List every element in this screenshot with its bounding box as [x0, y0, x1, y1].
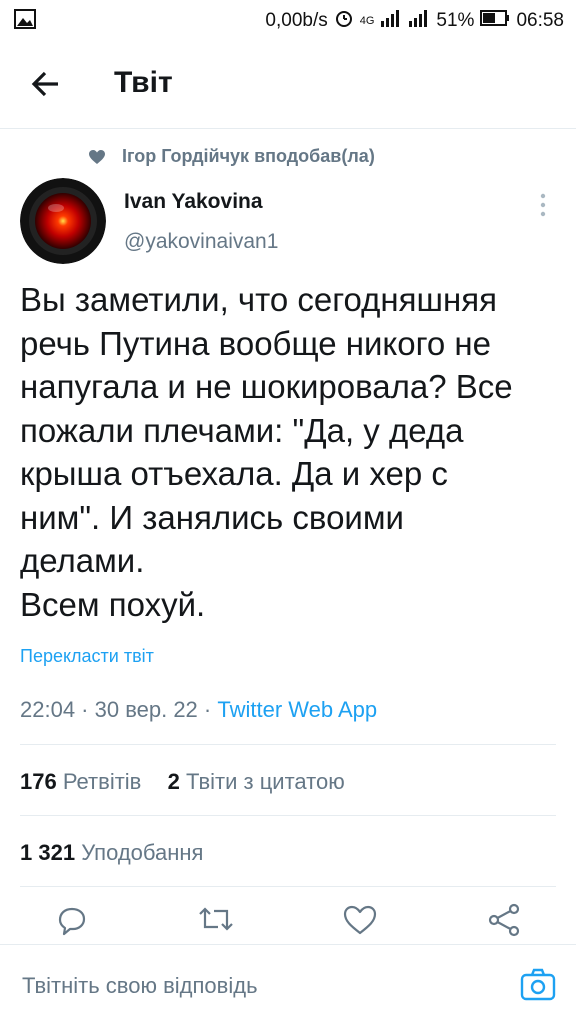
- quotes-count[interactable]: 2: [168, 769, 180, 794]
- reply-input[interactable]: Твітніть свою відповідь: [22, 973, 258, 999]
- signal-icon: [380, 9, 402, 33]
- retweet-icon[interactable]: [196, 900, 236, 940]
- alarm-icon: [334, 8, 354, 34]
- tweet-meta: 22:04 · 30 вер. 22 · Twitter Web App: [20, 697, 377, 723]
- quotes-label[interactable]: Твіти з цитатою: [186, 769, 345, 794]
- tweet-source[interactable]: Twitter Web App: [217, 697, 377, 722]
- likes-count: 1 321: [20, 840, 76, 865]
- timestamp: 22:04 · 30 вер. 22 ·: [20, 697, 218, 722]
- likes-label: Уподобання: [81, 840, 204, 865]
- author-name[interactable]: Ivan Yakovina: [124, 190, 263, 214]
- divider: [20, 886, 556, 887]
- more-options-icon[interactable]: [536, 192, 550, 218]
- network-type: 4G: [359, 15, 375, 27]
- retweets-label: Ретвітів: [62, 769, 142, 794]
- action-bar: [0, 900, 576, 950]
- clock: 06:58: [516, 10, 564, 31]
- retweet-stats[interactable]: 176 Ретвітів 2 Твіти з цитатою: [20, 769, 345, 795]
- battery-icon: [480, 10, 510, 32]
- reply-bar: Твітніть свою відповідь: [0, 944, 576, 1025]
- share-icon[interactable]: [484, 900, 524, 940]
- translate-link[interactable]: Перекласти твіт: [20, 646, 154, 667]
- social-context-label: Ігор Гордійчук вподобав(ла): [122, 146, 375, 166]
- reply-icon[interactable]: [52, 900, 92, 940]
- signal-2-icon: [408, 9, 430, 33]
- avatar[interactable]: [20, 178, 106, 264]
- likes-stats[interactable]: 1 321 Уподобання: [20, 840, 203, 866]
- divider: [20, 815, 556, 816]
- tweet-text: Вы заметили, что сегодняшняя речь Путина…: [20, 281, 513, 623]
- heart-filled-icon: [89, 149, 105, 164]
- like-icon[interactable]: [340, 900, 380, 940]
- divider: [20, 744, 556, 745]
- retweets-count: 176: [20, 769, 57, 794]
- author-handle[interactable]: @yakovinaivan1: [124, 230, 278, 254]
- image-notification-icon: [14, 9, 36, 35]
- camera-icon[interactable]: [520, 967, 556, 1001]
- back-arrow-icon[interactable]: [28, 66, 64, 102]
- page-title: Твіт: [114, 66, 173, 99]
- social-context[interactable]: Ігор Гордійчук вподобав(ла): [88, 146, 375, 167]
- battery-percent: 51%: [436, 10, 475, 31]
- status-bar: 0,00b/s 4G 51% 06:58: [0, 0, 576, 40]
- app-bar: Твіт: [0, 40, 576, 129]
- network-speed: 0,00b/s: [265, 10, 328, 31]
